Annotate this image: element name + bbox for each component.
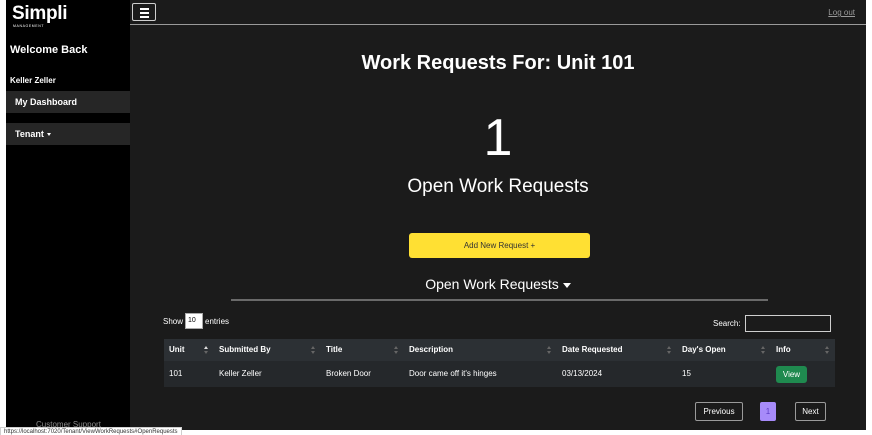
sidebar-item-dashboard[interactable]: My Dashboard xyxy=(6,91,130,113)
entries-length-control: Show 10 entries xyxy=(163,313,229,329)
welcome-heading: Welcome Back xyxy=(10,44,88,56)
column-header-title[interactable]: Title xyxy=(321,339,404,361)
status-bar-url: https://localhost:7020/Tenant/ViewWorkRe… xyxy=(0,427,182,435)
column-label: Unit xyxy=(169,345,185,354)
table-search: Search: xyxy=(713,315,831,332)
sidebar-item-label: Tenant xyxy=(15,129,44,139)
column-label: Submitted By xyxy=(219,345,271,354)
column-header-date-requested[interactable]: Date Requested xyxy=(557,339,677,361)
caret-down-icon xyxy=(562,282,571,288)
cell-title: Broken Door xyxy=(326,369,371,378)
pagination-next[interactable]: Next xyxy=(795,402,826,421)
table-header: Unit Submitted By Title Description Date… xyxy=(164,339,835,361)
sidebar-item-label: My Dashboard xyxy=(15,97,78,107)
app-window: Simpli MANAGEMENT Welcome Back Keller Ze… xyxy=(6,0,866,430)
user-name: Keller Zeller xyxy=(10,76,56,85)
work-requests-table: Unit Submitted By Title Description Date… xyxy=(164,339,835,387)
search-label: Search: xyxy=(713,319,741,328)
table-row: 101 Keller Zeller Broken Door Door came … xyxy=(164,361,835,387)
cell-submitted-by: Keller Zeller xyxy=(219,369,262,378)
section-title: Open Work Requests xyxy=(425,276,559,292)
column-label: Date Requested xyxy=(562,345,623,354)
column-label: Title xyxy=(326,345,343,354)
show-label: Show xyxy=(163,316,184,326)
cell-date-requested: 03/13/2024 xyxy=(562,369,603,378)
open-requests-toggle[interactable]: Open Work Requests xyxy=(130,276,866,292)
logo[interactable]: Simpli MANAGEMENT xyxy=(12,3,82,29)
hamburger-icon xyxy=(140,16,149,18)
cell-info: View xyxy=(771,361,835,387)
column-header-unit[interactable]: Unit xyxy=(164,339,214,361)
column-label: Day's Open xyxy=(682,345,726,354)
column-header-info[interactable]: Info xyxy=(771,339,835,361)
column-label: Info xyxy=(776,345,791,354)
column-label: Description xyxy=(409,345,454,354)
caret-down-icon xyxy=(46,133,51,137)
menu-toggle-button[interactable] xyxy=(132,3,156,21)
logout-link[interactable]: Log out xyxy=(828,8,855,17)
pagination-page-1[interactable]: 1 xyxy=(760,402,776,421)
open-request-count-label: Open Work Requests xyxy=(407,176,589,197)
search-input[interactable] xyxy=(744,315,831,332)
pagination-previous[interactable]: Previous xyxy=(695,402,743,421)
logo-subtext: MANAGEMENT xyxy=(13,24,45,28)
column-header-days-open[interactable]: Day's Open xyxy=(677,339,771,361)
add-new-request-button[interactable]: Add New Request + xyxy=(409,233,590,258)
sidebar: Simpli MANAGEMENT Welcome Back Keller Ze… xyxy=(6,0,130,430)
sidebar-item-tenant[interactable]: Tenant xyxy=(6,123,130,145)
page-title: Work Requests For: Unit 101 xyxy=(361,52,635,74)
view-button[interactable]: View xyxy=(776,366,807,383)
divider xyxy=(231,299,768,301)
cell-description: Door came off it's hinges xyxy=(409,369,497,378)
entries-label: entries xyxy=(205,316,230,326)
open-request-count: 1 xyxy=(483,109,513,167)
cell-unit: 101 xyxy=(169,369,183,378)
cell-days-open: 15 xyxy=(682,369,691,378)
column-header-submitted-by[interactable]: Submitted By xyxy=(214,339,321,361)
hamburger-icon xyxy=(140,8,149,10)
hamburger-icon xyxy=(140,12,149,14)
entries-select[interactable]: 10 xyxy=(185,313,204,329)
top-bar: Log out xyxy=(130,0,866,25)
column-header-description[interactable]: Description xyxy=(404,339,557,361)
logo-text: Simpli xyxy=(12,3,68,24)
